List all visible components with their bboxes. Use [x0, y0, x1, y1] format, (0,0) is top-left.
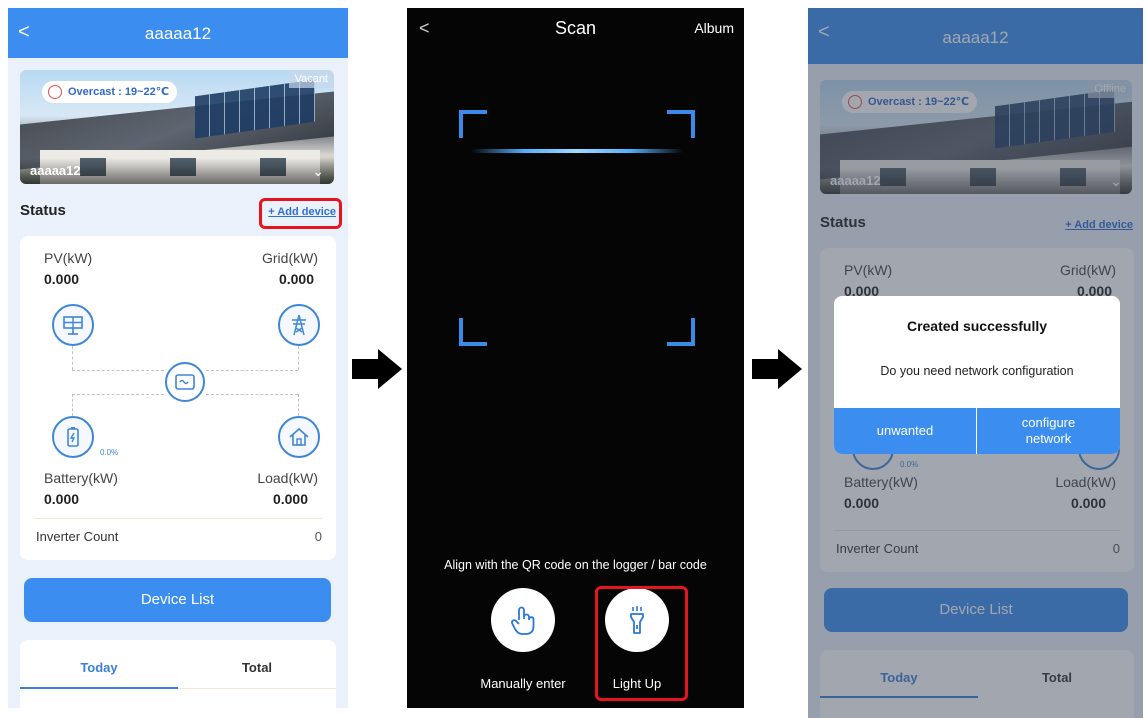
battery-label: Battery(kW) [44, 470, 118, 486]
scan-corner [667, 110, 695, 138]
weather-badge: Overcast : 19~22℃ [42, 81, 178, 103]
grid-value: 0.000 [278, 271, 314, 287]
top-bar: < aaaaa12 [8, 8, 348, 58]
inverter-icon [165, 362, 205, 402]
inverter-count-label: Inverter Count [36, 529, 119, 544]
unwanted-button[interactable]: unwanted [834, 408, 976, 454]
tab-divider [178, 688, 336, 689]
screen-scan: < Scan Album Align with the QR code on t… [407, 8, 744, 708]
divider [34, 518, 322, 519]
flow-line [206, 394, 298, 395]
battery-percentage: 0.0% [100, 448, 119, 457]
device-list-button[interactable]: Device List [24, 578, 331, 622]
scan-corner [459, 110, 487, 138]
period-tabs: Today Total [20, 640, 336, 708]
grid-tower-icon [278, 304, 320, 346]
site-photo-banner[interactable]: Overcast : 19~22℃ Vacant aaaaa12 ⌄ [20, 70, 334, 184]
tab-total[interactable]: Total [178, 660, 336, 675]
created-success-dialog: Created successfully Do you need network… [834, 296, 1120, 454]
flow-line [72, 394, 73, 416]
inverter-count-value: 0 [314, 529, 322, 544]
status-heading: Status [20, 202, 66, 219]
pv-value: 0.000 [44, 271, 80, 287]
battery-value: 0.000 [44, 491, 80, 507]
weather-text: Overcast : 19~22℃ [68, 86, 170, 98]
home-icon [278, 416, 320, 458]
flow-line [72, 346, 73, 370]
dialog-message: Do you need network configuration [880, 364, 1074, 378]
configure-network-label-line2: network [1025, 431, 1072, 446]
screen-created-dialog: < aaaaa12 Overcast : 19~22℃ Offline aaaa… [808, 8, 1143, 718]
flow-line [206, 370, 298, 371]
chevron-down-icon[interactable]: ⌄ [312, 163, 324, 180]
scan-hint: Align with the QR code on the logger / b… [444, 558, 707, 572]
battery-icon [52, 416, 94, 458]
site-name: aaaaa12 [30, 163, 81, 178]
pv-label: PV(kW) [44, 250, 93, 266]
highlight-box-add-device [259, 198, 342, 229]
status-tag: Vacant [288, 70, 334, 88]
solar-panel-icon [52, 304, 94, 346]
album-button[interactable]: Album [694, 20, 734, 36]
tab-underline [20, 687, 178, 689]
manual-enter-button[interactable] [491, 588, 555, 652]
flow-line [298, 394, 299, 416]
dialog-title: Created successfully [906, 318, 1048, 334]
configure-network-button[interactable]: configure network [977, 408, 1120, 454]
cloud-icon [48, 85, 62, 99]
manual-enter-label: Manually enter [480, 676, 566, 691]
load-label: Load(kW) [257, 470, 318, 486]
hand-pointer-icon [511, 606, 535, 635]
highlight-box-light-up [595, 586, 688, 701]
screen-site-overview: < aaaaa12 Overcast : 19~22℃ Vacant aaaaa… [8, 8, 348, 708]
configure-network-label-line1: configure [1021, 415, 1076, 430]
flow-line [72, 394, 164, 395]
page-title: aaaaa12 [144, 24, 212, 43]
site-selector[interactable]: aaaaa12 ⌄ [20, 158, 334, 184]
flow-line [298, 346, 299, 370]
grid-label: Grid(kW) [262, 250, 318, 266]
tab-today[interactable]: Today [20, 660, 178, 675]
flow-line [72, 370, 164, 371]
energy-flow-card: PV(kW) 0.000 Grid(kW) 0.000 0.0% Battery… [20, 236, 336, 560]
scan-corner [459, 318, 487, 346]
scan-line [471, 149, 683, 153]
scan-corner [667, 318, 695, 346]
load-value: 0.000 [272, 491, 308, 507]
